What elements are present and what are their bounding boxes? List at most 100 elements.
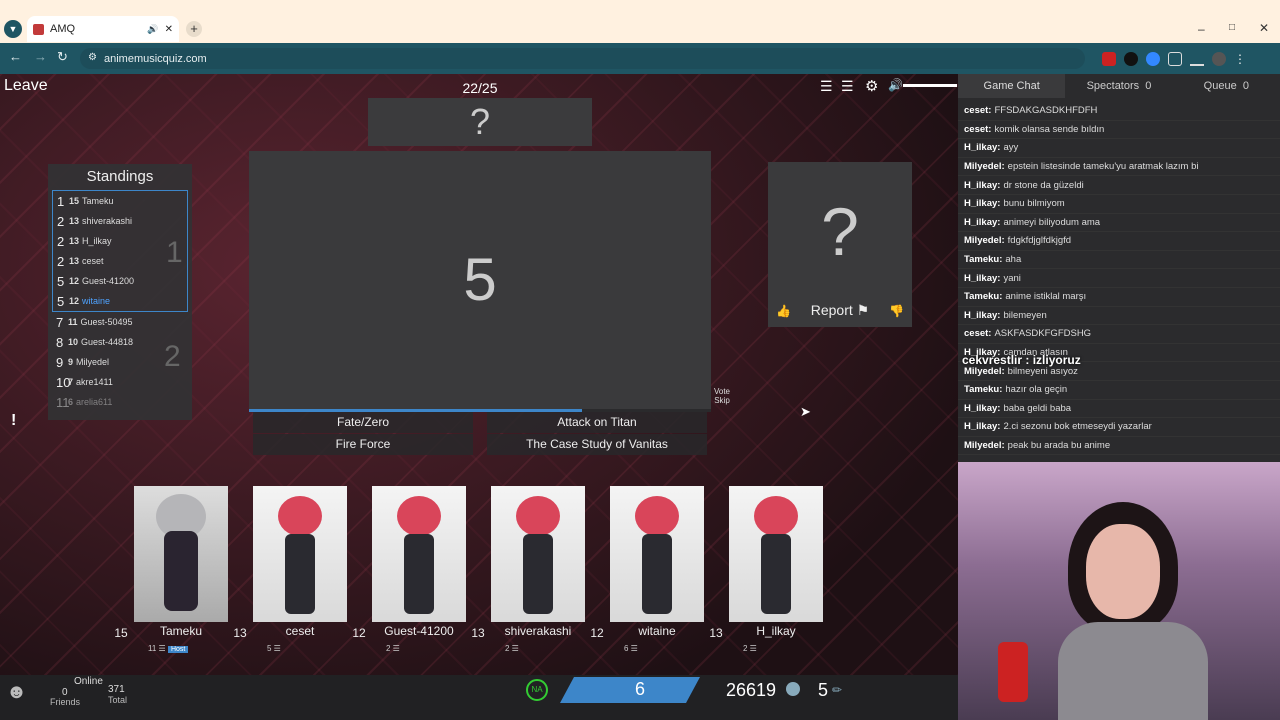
- player-level-value: 11: [148, 644, 157, 653]
- friends-label: Friends: [50, 697, 81, 707]
- chat-message: H_ilkay: bunu bilmiyom: [958, 195, 1280, 214]
- standing-row[interactable]: 2 13 shiverakashi: [53, 211, 187, 231]
- minimize-icon[interactable]: –: [1198, 22, 1205, 36]
- chat-text: yani: [1003, 272, 1021, 284]
- puzzle-icon[interactable]: [1168, 52, 1182, 66]
- tab-menu-button[interactable]: ▼: [4, 20, 22, 38]
- player-avatar: [610, 486, 704, 622]
- extension-icons[interactable]: ⋮: [1102, 52, 1246, 66]
- tab-game-chat[interactable]: Game Chat: [958, 74, 1066, 98]
- tab-queue[interactable]: Queue 0: [1173, 74, 1280, 98]
- standing-pos: 7: [56, 314, 64, 330]
- chat-text: aha: [1005, 254, 1022, 266]
- region-badge[interactable]: NA: [526, 679, 548, 701]
- chat-username[interactable]: H_ilkay:: [964, 180, 1000, 191]
- menu-icon[interactable]: ☰: [841, 78, 854, 95]
- chat-username[interactable]: H_ilkay:: [964, 142, 1000, 153]
- standing-row[interactable]: 5 12 Guest-41200: [53, 271, 187, 291]
- standing-row[interactable]: 1 15 Tameku: [53, 191, 187, 211]
- player-card[interactable]: ceset 13 5 ☰: [233, 486, 347, 653]
- friends-icon[interactable]: ☻: [6, 681, 27, 704]
- volume-slider[interactable]: [903, 84, 957, 87]
- total-label: Total: [108, 695, 128, 705]
- chat-username[interactable]: Milyedel:: [964, 440, 1005, 451]
- chat-text: anime istiklal marşı: [1005, 291, 1087, 303]
- queue-count: 0: [1242, 80, 1249, 92]
- more-menu-icon[interactable]: ⋮: [1234, 52, 1246, 66]
- ticket-icon: ✏: [832, 683, 843, 697]
- chat-username[interactable]: ceset:: [964, 124, 991, 135]
- chat-message: Milyedel: peak bu arada bu anime: [958, 437, 1280, 456]
- close-tab-icon[interactable]: ✕: [165, 24, 173, 35]
- chat-messages: ceset: FFSDAKGASDKHFDFH ceset: komik olansa…: [958, 98, 1280, 456]
- answer-option[interactable]: The Case Study of Vanitas: [487, 434, 707, 455]
- chat-username[interactable]: Milyedel:: [964, 235, 1005, 246]
- extension-blue-icon[interactable]: [1146, 52, 1160, 66]
- chat-username[interactable]: Milyedel:: [964, 161, 1005, 172]
- chat-username[interactable]: H_ilkay:: [964, 421, 1000, 432]
- host-badge: Host: [167, 646, 189, 653]
- speaker-icon[interactable]: 🔊: [147, 24, 158, 35]
- standing-row[interactable]: 11 6 arelia611: [52, 392, 188, 412]
- standing-pos: 9: [56, 354, 64, 370]
- abp-icon[interactable]: [1102, 52, 1116, 66]
- player-card[interactable]: shiverakashi 13 2 ☰: [471, 486, 585, 653]
- forward-icon[interactable]: →: [34, 49, 47, 64]
- close-window-icon[interactable]: ✕: [1259, 21, 1269, 35]
- player-card[interactable]: H_ilkay 13 2 ☰: [709, 486, 823, 653]
- chat-username[interactable]: ceset:: [964, 105, 991, 116]
- chat-username[interactable]: H_ilkay:: [964, 273, 1000, 284]
- standing-score: 10: [68, 337, 79, 347]
- profile-avatar[interactable]: [1212, 52, 1226, 66]
- answer-option[interactable]: Fate/Zero: [253, 412, 473, 433]
- webcam-feed: [958, 462, 1280, 720]
- volume-icon[interactable]: 🔊: [888, 78, 903, 92]
- thumbs-down-icon[interactable]: 👎: [889, 304, 904, 318]
- alert-icon[interactable]: !: [11, 412, 16, 430]
- report-button[interactable]: Report ⚑: [811, 302, 869, 319]
- player-score: 13: [709, 626, 723, 640]
- player-card-self[interactable]: witaine 12 6 ☰: [590, 486, 704, 653]
- chat-username[interactable]: ceset:: [964, 328, 991, 339]
- player-name: shiverakashi: [504, 624, 572, 638]
- chat-username[interactable]: Tameku:: [964, 254, 1002, 265]
- chat-username[interactable]: H_ilkay:: [964, 217, 1000, 228]
- restore-icon[interactable]: □: [1229, 22, 1235, 33]
- site-info-icon[interactable]: ⚙: [88, 52, 97, 63]
- url-text: animemusicquiz.com: [104, 52, 207, 65]
- standing-row[interactable]: 7 11 Guest-50495: [52, 312, 188, 332]
- settings-gear-icon[interactable]: ⚙: [865, 77, 878, 95]
- chat-username[interactable]: H_ilkay:: [964, 198, 1000, 209]
- player-avatar: [372, 486, 466, 622]
- thumbs-up-icon[interactable]: 👍: [776, 304, 791, 318]
- mouse-cursor-icon: ➤: [800, 404, 811, 419]
- vote-skip-button[interactable]: Vote Skip: [710, 387, 734, 405]
- tab-spectators[interactable]: Spectators 0: [1065, 74, 1172, 98]
- standing-row-self[interactable]: 5 12 witaine: [53, 291, 187, 311]
- standing-score: 12: [69, 296, 80, 306]
- browser-tab[interactable]: AMQ 🔊 ✕: [27, 16, 179, 42]
- chat-username[interactable]: H_ilkay:: [964, 310, 1000, 321]
- chat-username[interactable]: H_ilkay:: [964, 403, 1000, 414]
- player-level: 2 ☰: [386, 644, 400, 653]
- chat-message: ceset: FFSDAKGASDKHFDFH: [958, 102, 1280, 121]
- shield-icon[interactable]: [1124, 52, 1138, 66]
- chat-text: bilemeyen: [1003, 309, 1047, 321]
- standing-pos: 8: [56, 334, 64, 350]
- chat-username[interactable]: Tameku:: [964, 384, 1002, 395]
- back-icon[interactable]: ←: [9, 49, 22, 64]
- list-view-icon[interactable]: ☰: [820, 78, 833, 95]
- url-field[interactable]: ⚙ animemusicquiz.com: [80, 48, 1085, 69]
- reading-list-icon[interactable]: [1190, 52, 1204, 66]
- chat-username[interactable]: Milyedel:: [964, 366, 1005, 377]
- chat-username[interactable]: Tameku:: [964, 291, 1002, 302]
- new-tab-button[interactable]: +: [186, 21, 202, 37]
- reload-icon[interactable]: ↻: [57, 49, 68, 65]
- standing-row[interactable]: 10 7 akre1411: [52, 372, 188, 392]
- leave-button[interactable]: Leave: [4, 77, 48, 95]
- player-name: Guest-41200: [384, 624, 454, 638]
- answer-option[interactable]: Attack on Titan: [487, 412, 707, 433]
- answer-option[interactable]: Fire Force: [253, 434, 473, 455]
- player-card-host[interactable]: Tameku 15 11 ☰ Host: [114, 486, 228, 653]
- player-card[interactable]: Guest-41200 12 2 ☰: [352, 486, 466, 653]
